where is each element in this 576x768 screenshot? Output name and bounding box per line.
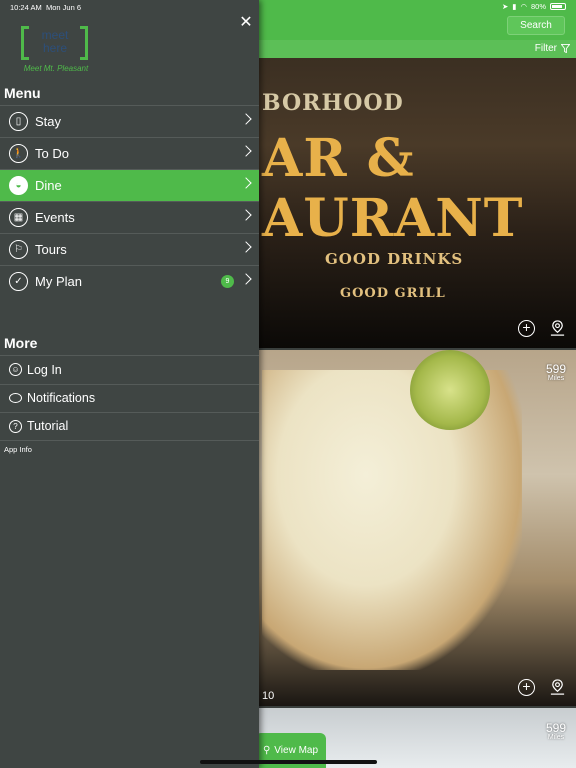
location-arrow-icon: ➤ [502,2,509,11]
distance-unit: Miles [547,375,565,382]
chevron-right-icon [240,145,252,157]
sign-text: AR & [262,128,415,189]
logo-bracket-left [21,26,29,60]
meet-here-logo: meet here Meet Mt. Pleasant [18,26,94,74]
menu-item-dine[interactable]: ◒ Dine [0,169,259,201]
more-item-label: Log In [27,362,62,377]
tour-map-icon: ⚐ [9,240,28,259]
dining-icon: ◒ [9,176,28,195]
calendar-icon: ▦ [9,208,28,227]
map-pin-icon[interactable] [549,679,566,696]
chevron-right-icon [240,209,252,221]
sign-text: AURANT [262,188,524,249]
logo-word-here: here [42,41,68,55]
chat-bubble-icon [9,393,22,404]
filter-label: Filter [534,43,557,54]
status-date: Mon Jun 6 [46,3,82,12]
sign-text: GOOD DRINKS [325,250,464,268]
distance-value: 599 [545,721,566,735]
more-menu: ☺ Log In Notifications ? Tutorial [0,355,259,441]
chevron-right-icon [240,241,252,253]
distance-unit: Miles [547,734,565,741]
battery-percent: 80% [530,2,546,11]
main-menu: ▯ Stay 🚶 To Do ◒ Dine ▦ Events ⚐ Tours ✓… [0,105,259,297]
menu-item-log-in[interactable]: ☺ Log In [0,355,259,384]
add-to-plan-icon[interactable]: + [518,320,535,337]
menu-item-label: Stay [35,114,62,129]
funnel-icon [561,44,570,53]
view-map-label: View Map [274,745,319,756]
filter-button[interactable]: Filter [535,43,570,54]
menu-title: Menu [4,85,41,101]
wifi-icon: ◠ [520,2,527,11]
home-indicator [200,760,377,764]
menu-item-notifications[interactable]: Notifications [0,383,259,413]
distance-badge: 599 Miles [546,722,566,741]
app-info-link[interactable]: App Info [4,445,32,454]
more-item-label: Tutorial [27,419,69,434]
menu-item-tutorial[interactable]: ? Tutorial [0,412,259,441]
card-actions: + [518,320,566,337]
chevron-right-icon [240,273,252,285]
logo-tagline: Meet Mt. Pleasant [23,64,89,73]
lime-image [410,350,490,430]
map-marker-icon: ⚲ [262,745,271,756]
help-icon: ? [9,419,22,433]
chevron-right-icon [240,113,252,125]
distance-value: 599 [545,362,566,376]
status-time: 10:24 AM [10,3,42,12]
menu-item-stay[interactable]: ▯ Stay [0,105,259,137]
walking-person-icon: 🚶 [9,144,28,163]
add-to-plan-icon[interactable]: + [518,679,535,696]
cupcake-image [262,370,522,670]
signal-icon: ▮ [512,2,517,11]
side-drawer: ✕ meet here Meet Mt. Pleasant Menu ▯ Sta… [0,0,259,768]
logo-word-meet: meet [41,28,69,42]
menu-item-my-plan[interactable]: ✓ My Plan 9 [0,265,259,297]
menu-item-label: Tours [35,242,67,257]
more-item-label: Notifications [27,391,96,406]
user-icon: ☺ [9,363,22,377]
app-root: 10:24 AM Mon Jun 6 ➤ ▮ ◠ 80% Search Filt… [0,0,576,768]
status-bar: 10:24 AM Mon Jun 6 ➤ ▮ ◠ 80% [0,0,576,13]
logo-word: meet here [33,29,77,55]
card-number: 10 [262,690,275,702]
menu-item-todo[interactable]: 🚶 To Do [0,137,259,169]
sign-text: BORHOOD [262,90,404,116]
menu-item-label: My Plan [35,274,82,289]
chevron-right-icon [240,177,252,189]
plan-count-badge: 9 [221,275,234,288]
map-pin-icon[interactable] [549,320,566,337]
card-actions: + [518,679,566,696]
menu-item-tours[interactable]: ⚐ Tours [0,233,259,265]
menu-item-events[interactable]: ▦ Events [0,201,259,233]
status-right: ➤ ▮ ◠ 80% [502,2,566,11]
menu-item-label: Dine [35,178,62,193]
logo-bracket-right [80,26,88,60]
more-title: More [4,335,38,351]
battery-icon [550,3,566,10]
checkmark-icon: ✓ [9,272,28,291]
menu-item-label: Events [35,210,75,225]
menu-item-label: To Do [35,146,69,161]
hotel-icon: ▯ [9,112,28,131]
distance-badge: 599 Miles [546,363,566,382]
search-button[interactable]: Search [507,16,565,35]
sign-text: GOOD GRILL [340,286,446,301]
close-icon[interactable]: ✕ [239,15,253,31]
